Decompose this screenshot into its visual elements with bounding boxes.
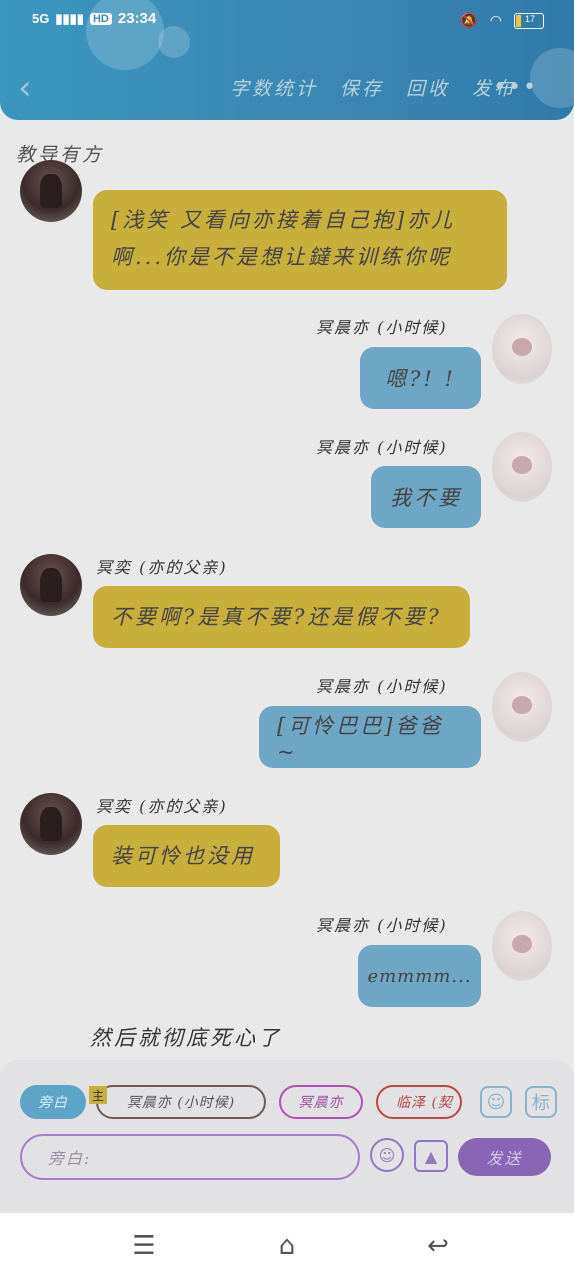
role-chip-narration[interactable]: 旁白: [20, 1085, 86, 1119]
wifi-icon: ◠: [489, 12, 502, 28]
avatar[interactable]: [20, 793, 82, 855]
sender-name: 冥晨亦 (小时候): [316, 916, 448, 935]
sender-name: 冥晨亦 (小时候): [316, 318, 448, 337]
save-button[interactable]: 保存: [340, 74, 384, 101]
narration-text[interactable]: 然后就彻底死心了: [90, 1022, 282, 1052]
avatar[interactable]: [492, 432, 552, 502]
message-bubble[interactable]: [可怜巴巴]爸爸~: [259, 706, 481, 768]
back-icon[interactable]: ↩: [421, 1231, 455, 1261]
more-icon[interactable]: •••: [493, 75, 538, 100]
mute-icon: 🔕: [460, 12, 478, 28]
status-bar: 5G ▮▮▮▮ HD 23:34 🔕 ◠ 17: [0, 0, 574, 44]
system-nav-bar: ☰ ⌂ ↩: [0, 1213, 574, 1280]
avatar[interactable]: [492, 911, 552, 981]
send-button[interactable]: 发送: [458, 1138, 551, 1176]
sender-name: 冥晨亦 (小时候): [316, 438, 448, 457]
sender-name: 冥奕 (亦的父亲): [96, 558, 228, 577]
avatar[interactable]: [492, 314, 552, 384]
network-label: 5G: [32, 11, 50, 26]
clock: 23:34: [117, 10, 157, 27]
message-bubble[interactable]: 装可怜也没用: [93, 825, 280, 887]
character-manage-icon[interactable]: ☺: [480, 1086, 512, 1118]
tag-button[interactable]: 标: [525, 1086, 557, 1118]
message-bubble[interactable]: emmmm...: [358, 945, 481, 1007]
main-role-badge: 主: [89, 1086, 107, 1104]
avatar[interactable]: [20, 160, 82, 222]
message-bubble[interactable]: [浅笑 又看向亦接着自己抱]亦儿啊...你是不是想让鐽来训练你呢: [93, 190, 507, 290]
avatar[interactable]: [20, 554, 82, 616]
header-actions: 字数统计 保存 回收 发布: [230, 74, 516, 101]
back-chevron-icon[interactable]: ‹: [18, 68, 48, 108]
sender-name: 冥晨亦 (小时候): [316, 677, 448, 696]
signal-icon: ▮▮▮▮: [55, 10, 84, 26]
message-bubble[interactable]: 嗯?! !: [360, 347, 481, 409]
role-chip-character[interactable]: 冥晨亦: [279, 1085, 363, 1119]
battery-icon: 17: [514, 12, 544, 29]
menu-icon[interactable]: ☰: [127, 1231, 161, 1261]
word-count-button[interactable]: 字数统计: [230, 74, 318, 101]
message-bubble[interactable]: 我不要: [371, 466, 481, 528]
message-input[interactable]: 旁白:: [20, 1134, 360, 1180]
sender-name: 冥奕 (亦的父亲): [96, 797, 228, 816]
role-chip-character[interactable]: 冥晨亦 (小时候): [96, 1085, 266, 1119]
avatar[interactable]: [492, 672, 552, 742]
hd-badge: HD: [89, 12, 112, 25]
message-bubble[interactable]: 不要啊?是真不要?还是假不要?: [93, 586, 470, 648]
battery-level: 17: [525, 13, 536, 24]
recycle-button[interactable]: 回收: [406, 74, 450, 101]
home-icon[interactable]: ⌂: [270, 1231, 304, 1261]
emoji-icon[interactable]: ☺: [370, 1138, 404, 1172]
role-chip-character[interactable]: 临泽 (契: [376, 1085, 462, 1119]
image-icon[interactable]: ▲: [414, 1140, 448, 1172]
